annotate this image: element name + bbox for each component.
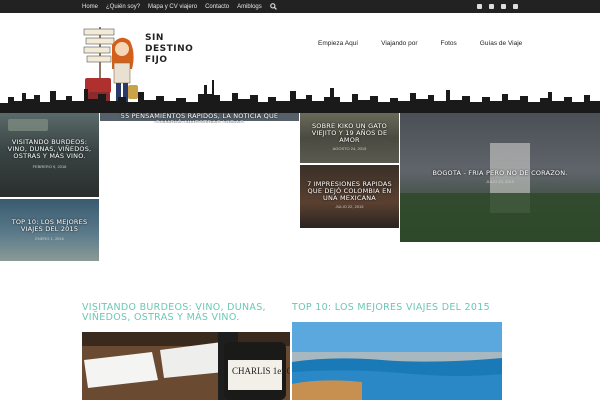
social-icons bbox=[470, 0, 518, 13]
top-nav-amiblogs[interactable]: Amiblogs bbox=[237, 4, 262, 10]
logo-line-sin: SIN bbox=[145, 33, 164, 43]
featured-title: 55 PENSAMIENTOS RAPIDOS, LA NOTICIA QUE … bbox=[120, 113, 279, 123]
logo-wordmark[interactable]: SIN DESTINO FIJO bbox=[145, 33, 193, 66]
featured-date: JULIO 22, 2015 bbox=[335, 204, 364, 209]
youtube-icon[interactable] bbox=[501, 4, 506, 9]
twitter-icon[interactable] bbox=[489, 4, 494, 9]
nav-guias-de-viaje[interactable]: Guías de Viaje bbox=[480, 40, 523, 47]
post-image-top10[interactable] bbox=[292, 322, 502, 400]
top-nav-about[interactable]: ¿Quién soy? bbox=[106, 4, 140, 10]
featured-tile-colombia[interactable]: 7 IMPRESIONES RAPIDAS QUE DEJÓ COLOMBIA … bbox=[300, 165, 399, 228]
main-nav: Empieza Aquí Viajando por Fotos Guías de… bbox=[318, 40, 545, 47]
logo-line-destino: DESTINO bbox=[145, 44, 194, 54]
nav-viajando-por[interactable]: Viajando por bbox=[381, 40, 417, 47]
featured-date: AGOSTO 24, 2015 bbox=[332, 146, 367, 151]
featured-title: TOP 10: LOS MEJORES VIAJES DEL 2015 bbox=[11, 218, 88, 233]
nav-empieza-aqui[interactable]: Empieza Aquí bbox=[318, 40, 358, 47]
recent-posts: VISITANDO BURDEOS: VINO, DUNAS, VIÑEDOS,… bbox=[0, 263, 600, 400]
post-title-top10[interactable]: TOP 10: LOS MEJORES VIAJES DEL 2015 bbox=[292, 303, 507, 313]
featured-date: FEBRERO 9, 2016 bbox=[32, 164, 67, 169]
featured-title: VISITANDO BURDEOS: VINO, DUNAS, VIÑEDOS,… bbox=[7, 138, 92, 160]
post-image-burdeos[interactable]: CHARLIS 1er CRU bbox=[82, 332, 290, 400]
top-nav-contact[interactable]: Contacto bbox=[205, 4, 229, 10]
featured-title: BOGOTA - FRIA PERO NO DE CORAZON. bbox=[432, 169, 568, 177]
featured-title: 7 IMPRESIONES RAPIDAS QUE DEJÓ COLOMBIA … bbox=[307, 180, 392, 202]
top-nav-home[interactable]: Home bbox=[82, 4, 98, 10]
post-title-burdeos[interactable]: VISITANDO BURDEOS: VINO, DUNAS, VIÑEDOS,… bbox=[82, 303, 287, 323]
top-nav-map[interactable]: Mapa y CV viajero bbox=[148, 4, 197, 10]
logo-line-fijo: FIJO bbox=[145, 55, 168, 65]
search-icon[interactable] bbox=[269, 3, 277, 10]
featured-tile-kiko[interactable]: SOBRE KIKO UN GATO VIEJITO Y 19 AÑOS DE … bbox=[300, 113, 399, 163]
featured-tile-55-pensamientos[interactable]: 55 PENSAMIENTOS RAPIDOS, LA NOTICIA QUE … bbox=[100, 113, 299, 228]
top-bar: Home ¿Quién soy? Mapa y CV viajero Conta… bbox=[0, 0, 600, 13]
featured-tile-burdeos[interactable]: VISITANDO BURDEOS: VINO, DUNAS, VIÑEDOS,… bbox=[0, 113, 99, 197]
svg-text:CHARLIS 1er CRU: CHARLIS 1er CRU bbox=[232, 366, 290, 376]
featured-tile-top10[interactable]: TOP 10: LOS MEJORES VIAJES DEL 2015 ENER… bbox=[0, 199, 99, 261]
featured-title: SOBRE KIKO UN GATO VIEJITO Y 19 AÑOS DE … bbox=[311, 122, 388, 144]
featured-grid: VISITANDO BURDEOS: VINO, DUNAS, VIÑEDOS,… bbox=[0, 113, 600, 263]
facebook-icon[interactable] bbox=[477, 4, 482, 9]
nav-fotos[interactable]: Fotos bbox=[441, 40, 457, 47]
googleplus-icon[interactable] bbox=[513, 4, 518, 9]
featured-date: JULIO 10, 2015 bbox=[485, 179, 515, 184]
featured-tile-bogota[interactable]: BOGOTA - FRIA PERO NO DE CORAZON. JULIO … bbox=[400, 113, 600, 242]
featured-date: ENERO 1, 2016 bbox=[35, 236, 64, 241]
city-skyline-banner bbox=[0, 80, 600, 113]
top-nav: Home ¿Quién soy? Mapa y CV viajero Conta… bbox=[82, 0, 277, 13]
